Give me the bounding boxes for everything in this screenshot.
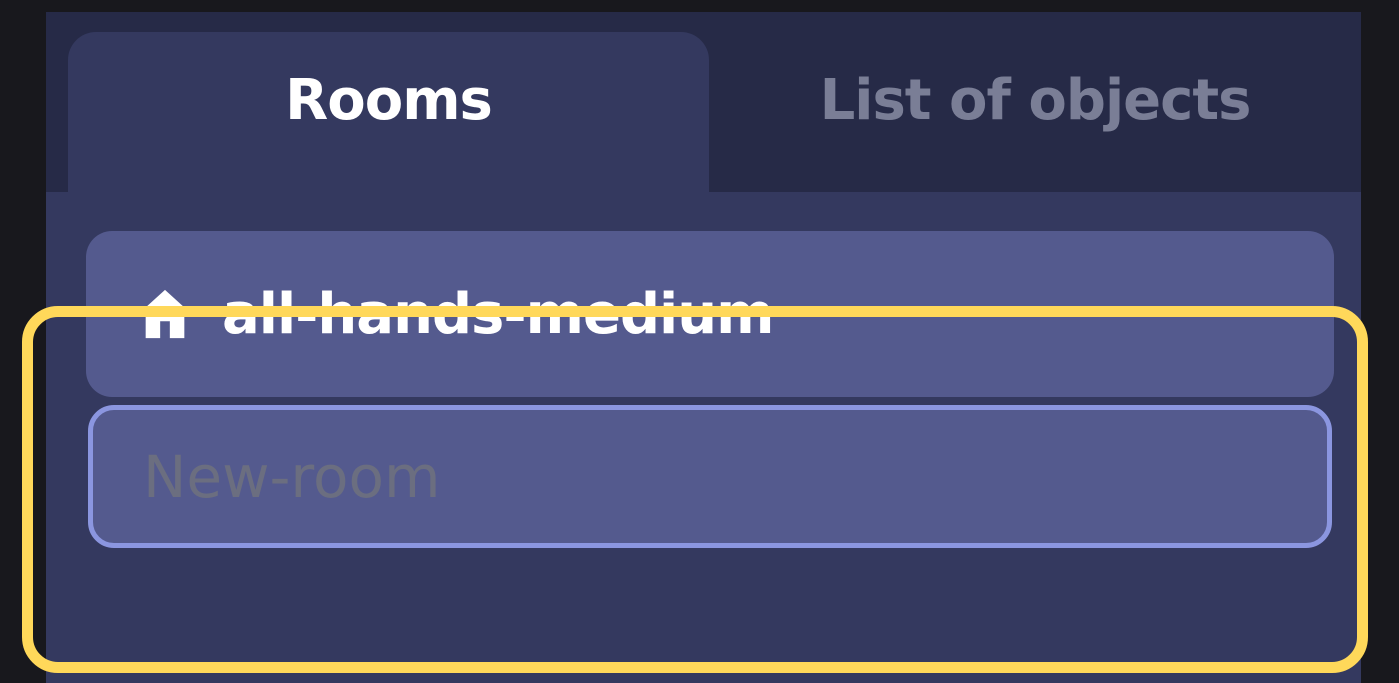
new-room-input[interactable] — [88, 405, 1332, 548]
tab-list-of-objects-label: List of objects — [819, 67, 1252, 133]
tab-list-of-objects[interactable]: List of objects — [709, 32, 1361, 192]
tab-rooms[interactable]: Rooms — [68, 32, 709, 192]
rooms-panel: Rooms List of objects all-hands-medium — [46, 12, 1361, 683]
room-list-item[interactable]: all-hands-medium — [86, 231, 1334, 397]
tab-bar: Rooms List of objects — [46, 12, 1361, 192]
home-icon — [138, 289, 192, 339]
room-name: all-hands-medium — [222, 281, 774, 347]
tab-rooms-label: Rooms — [285, 67, 493, 133]
